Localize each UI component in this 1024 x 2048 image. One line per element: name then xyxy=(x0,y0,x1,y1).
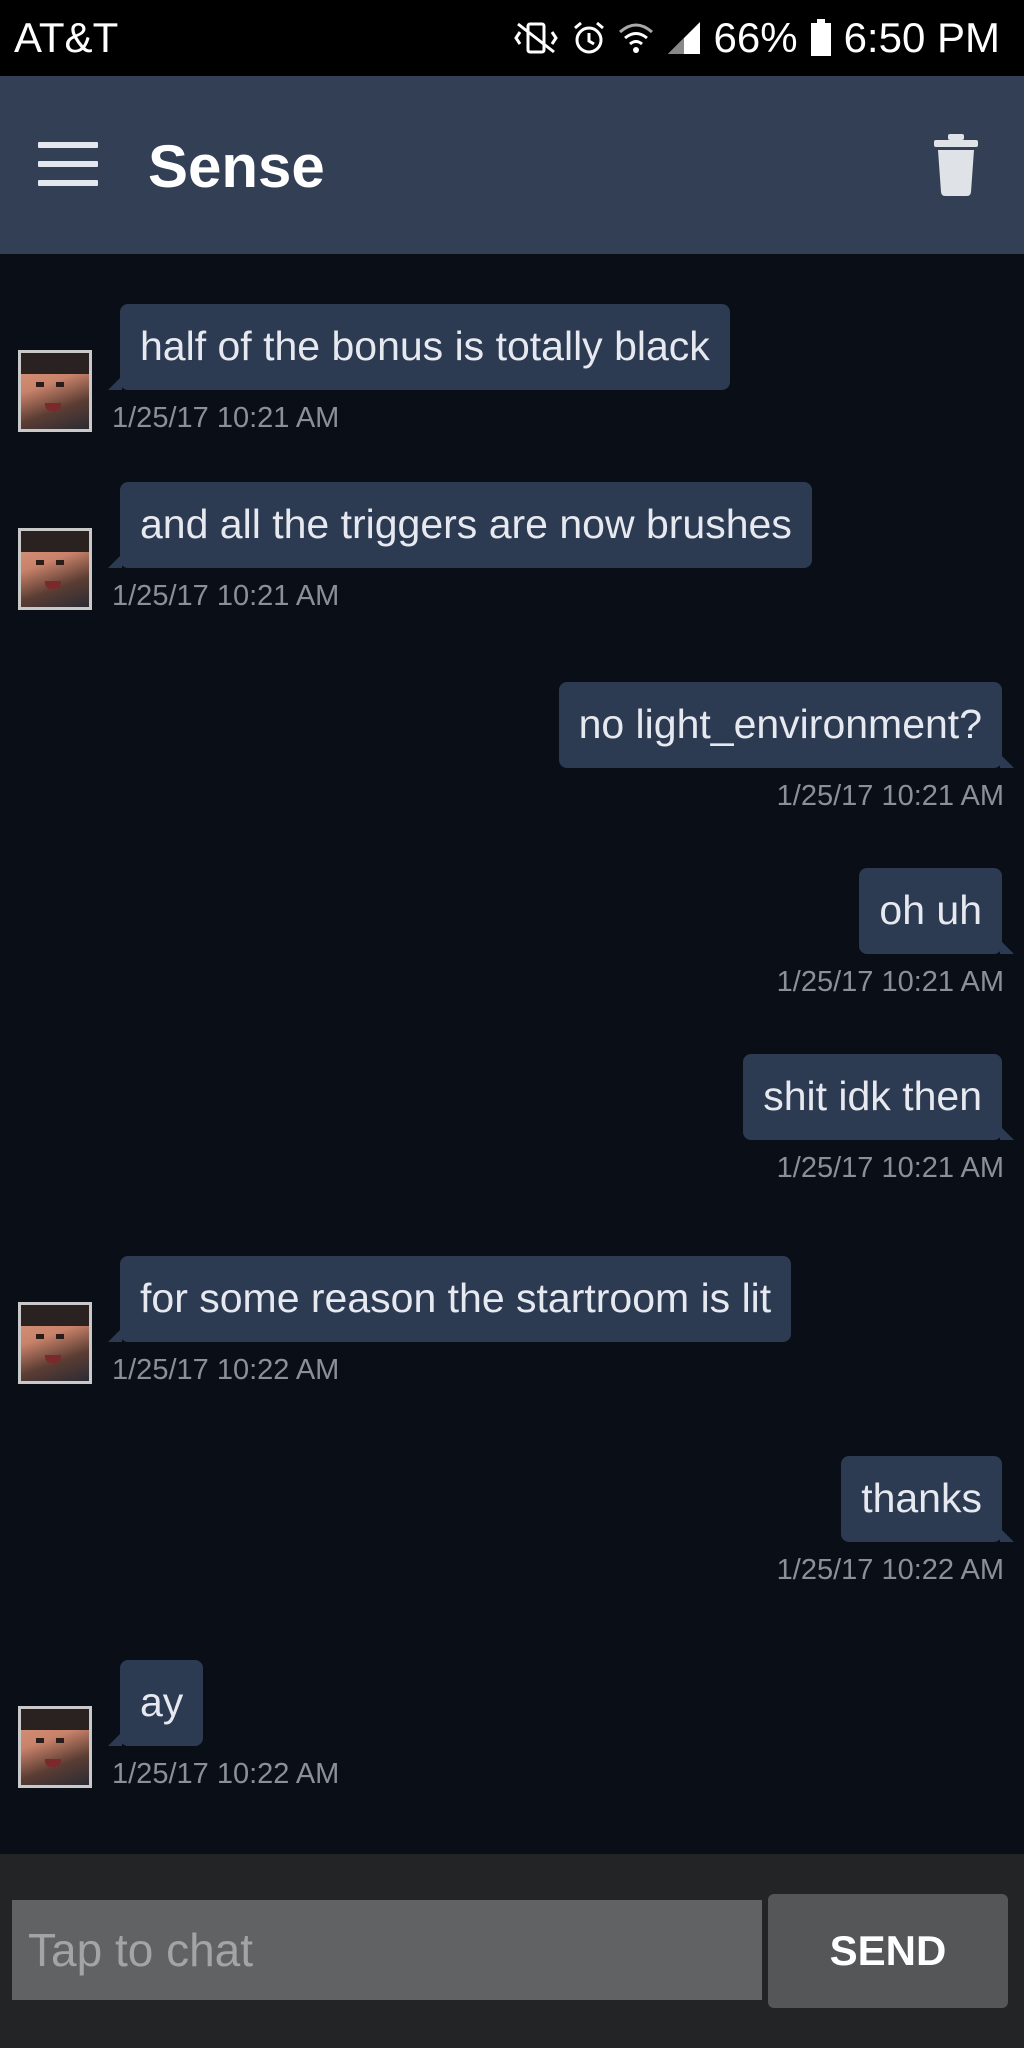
message-timestamp: 1/25/17 10:21 AM xyxy=(112,580,340,612)
message-bubble[interactable]: oh uh xyxy=(859,868,1014,954)
composer-bar: SEND xyxy=(0,1854,1024,2048)
send-button[interactable]: SEND xyxy=(768,1894,1008,2008)
message-bubble[interactable]: half of the bonus is totally black xyxy=(108,304,730,390)
message-incoming: for some reason the startroom is lit 1/2… xyxy=(0,1206,1024,1386)
message-timestamp: 1/25/17 10:21 AM xyxy=(776,1152,1004,1184)
message-bubble[interactable]: ay xyxy=(107,1660,204,1746)
avatar xyxy=(18,350,92,432)
avatar xyxy=(18,528,92,610)
mute-vibrate-icon xyxy=(513,20,560,56)
message-bubble[interactable]: thanks xyxy=(841,1456,1014,1542)
clock: 6:50 PM xyxy=(843,14,1000,61)
status-bar: AT&T 66% 6:50 PM xyxy=(0,0,1024,76)
page-title: Sense xyxy=(148,133,325,200)
message-incoming: ay 1/25/17 10:22 AM xyxy=(0,1610,1024,1790)
message-outgoing: oh uh 1/25/17 10:21 AM xyxy=(0,816,1024,998)
hamburger-menu-icon[interactable] xyxy=(38,142,98,186)
avatar xyxy=(18,1706,92,1788)
message-timestamp: 1/25/17 10:22 AM xyxy=(112,1354,340,1386)
chat-log: half of the bonus is totally black 1/25/… xyxy=(0,254,1024,1854)
chat-input[interactable] xyxy=(12,1900,762,2000)
battery-percent: 66% xyxy=(713,14,798,61)
message-bubble[interactable]: no light_environment? xyxy=(558,682,1015,768)
message-timestamp: 1/25/17 10:22 AM xyxy=(112,1758,340,1790)
message-bubble[interactable]: and all the triggers are now brushes xyxy=(108,482,812,568)
trash-icon[interactable] xyxy=(934,134,978,196)
app-bar: Sense xyxy=(0,76,1024,254)
message-outgoing: shit idk then 1/25/17 10:21 AM xyxy=(0,1002,1024,1184)
status-icons: 66% 6:50 PM xyxy=(513,14,1000,62)
message-timestamp: 1/25/17 10:22 AM xyxy=(776,1554,1004,1586)
message-timestamp: 1/25/17 10:21 AM xyxy=(776,966,1004,998)
avatar xyxy=(18,1302,92,1384)
message-incoming: and all the triggers are now brushes 1/2… xyxy=(0,432,1024,612)
message-outgoing: no light_environment? 1/25/17 10:21 AM xyxy=(0,630,1024,812)
signal-icon xyxy=(666,20,702,56)
battery-icon xyxy=(810,19,832,57)
message-bubble[interactable]: shit idk then xyxy=(743,1054,1014,1140)
carrier-label: AT&T xyxy=(14,14,119,61)
message-bubble[interactable]: for some reason the startroom is lit xyxy=(107,1256,792,1342)
message-timestamp: 1/25/17 10:21 AM xyxy=(112,402,340,434)
wifi-icon xyxy=(618,20,654,56)
message-timestamp: 1/25/17 10:21 AM xyxy=(776,780,1004,812)
message-outgoing: thanks 1/25/17 10:22 AM xyxy=(0,1404,1024,1586)
alarm-icon xyxy=(572,20,606,56)
message-incoming: half of the bonus is totally black 1/25/… xyxy=(0,254,1024,434)
